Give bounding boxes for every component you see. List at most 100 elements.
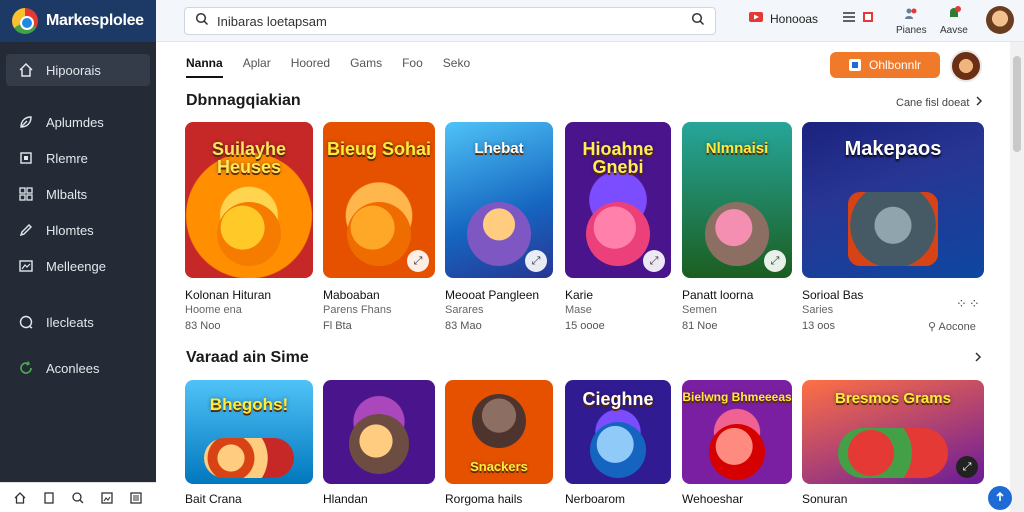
mascot-illustration xyxy=(217,202,281,266)
search-icon xyxy=(195,12,209,31)
leaf-icon xyxy=(18,114,34,130)
expand-icon[interactable]: ⤢ xyxy=(956,456,978,478)
sidebar-item-label: Hlomtes xyxy=(46,222,94,238)
card-meta: Fl Bta xyxy=(323,320,352,332)
refresh-icon xyxy=(18,360,34,376)
dots-grid-icon[interactable]: ⁘⁘ xyxy=(956,296,982,312)
card-name: Sonuran xyxy=(802,492,848,506)
card-name: Wehoeshar xyxy=(682,492,744,506)
menu-icon xyxy=(842,10,856,27)
chevron-right-icon xyxy=(975,96,983,109)
profile-avatar[interactable] xyxy=(950,50,982,82)
tab-gams[interactable]: Gams xyxy=(350,56,382,78)
chat-icon xyxy=(18,314,34,330)
card-name: Karie xyxy=(565,288,594,302)
tab-seko[interactable]: Seko xyxy=(443,56,470,78)
expand-icon[interactable]: ⤢ xyxy=(525,250,547,272)
people-icon xyxy=(903,5,919,24)
app-icon xyxy=(848,59,861,71)
search-box[interactable] xyxy=(184,7,716,35)
game-thumbnail: Nlmnaisi ⤢ xyxy=(682,122,792,278)
mascot-illustration xyxy=(349,414,409,474)
tab-nanna[interactable]: Nanna xyxy=(186,56,223,78)
scrollbar[interactable] xyxy=(1010,42,1024,512)
sidebar-item-label: Aconlees xyxy=(46,360,100,376)
game-thumbnail: Bhegohs! xyxy=(185,380,313,484)
sidebar-item-home[interactable]: Hipoorais xyxy=(6,54,150,86)
sidebar-item-melleenge[interactable]: Melleenge xyxy=(6,250,150,282)
mascot-illustration xyxy=(472,394,526,448)
scroll-top-button[interactable] xyxy=(988,486,1012,510)
thumbnail-art-title: Suilayhe Heuses xyxy=(211,139,287,177)
card-meta: 13 oos xyxy=(802,320,836,332)
thumbnail-art-title: Snackers xyxy=(470,459,528,474)
sidebar-item-ilecleats[interactable]: Ilecleats xyxy=(6,306,150,338)
search-small-icon[interactable] xyxy=(70,490,86,506)
card-name: Kolonan Hituran xyxy=(185,288,272,302)
search-submit-icon[interactable] xyxy=(691,12,705,31)
sidebar-item-aplumdes[interactable]: Aplumdes xyxy=(6,106,150,138)
characters-illustration xyxy=(204,438,294,478)
brand-header[interactable]: Markesplolee xyxy=(0,0,156,42)
card-name: Bait Crana xyxy=(185,492,242,506)
card-name: Hlandan xyxy=(323,492,368,506)
game-thumbnail: Hioahne Gnebi ⤢ xyxy=(565,122,671,278)
card-sub: Parens Fhans xyxy=(323,304,392,316)
sidebar-item-mlbalts[interactable]: Mlbalts xyxy=(6,178,150,210)
tab-aplar[interactable]: Aplar xyxy=(243,56,271,78)
search-input[interactable] xyxy=(217,13,683,29)
tab-hoored[interactable]: Hoored xyxy=(291,56,330,78)
game-thumbnail: Lhebat ⤢ xyxy=(445,122,553,278)
game-thumbnail: Bieug Sohai ⤢ xyxy=(323,122,435,278)
robot-illustration xyxy=(848,192,938,266)
thumbnail-art-title: Lhebat xyxy=(474,140,524,157)
card-name: Sorioal Bas xyxy=(802,288,864,302)
square-icon xyxy=(18,150,34,166)
card-name: Panatt loorna xyxy=(682,288,754,302)
grid-icon xyxy=(18,186,34,202)
sidebar-item-rlemre[interactable]: Rlemre xyxy=(6,142,150,174)
thumbnail-art-title: Nlmnaisi xyxy=(705,140,769,157)
home-outline-icon[interactable] xyxy=(12,490,28,506)
section-next-button[interactable] xyxy=(974,352,982,365)
sidebar-item-label: Melleenge xyxy=(46,258,106,274)
aavse-label: Aavse xyxy=(940,25,968,36)
sidebar-item-aconlees[interactable]: Aconlees xyxy=(6,352,150,384)
sidebar-item-hlomtes[interactable]: Hlomtes xyxy=(6,214,150,246)
expand-icon[interactable]: ⤢ xyxy=(643,250,665,272)
game-thumbnail: Bresmos Grams ⤢ xyxy=(802,380,984,484)
card-meta: 83 Mao xyxy=(445,320,482,332)
sidebar-item-label: Hipoorais xyxy=(46,62,101,78)
bottom-toolbar xyxy=(0,482,156,512)
gallery-icon[interactable] xyxy=(99,490,115,506)
thumbnail-art-title: Bielwng Bhmeeeas xyxy=(682,390,792,404)
sidebar-item-label: Rlemre xyxy=(46,150,88,166)
top-bar: Honooas Pianes Aavse xyxy=(156,0,1024,42)
card-sub: Sarares xyxy=(445,304,484,316)
tab-foo[interactable]: Foo xyxy=(402,56,423,78)
bookmark-icon[interactable] xyxy=(41,490,57,506)
card-name: Maboaban xyxy=(323,288,380,302)
thumbnail-art-title: Cieghne xyxy=(582,389,654,409)
characters-illustration xyxy=(838,428,948,478)
expand-icon[interactable]: ⤢ xyxy=(764,250,786,272)
card-sub: Hoome ena xyxy=(185,304,242,316)
scrollbar-thumb[interactable] xyxy=(1013,56,1021,152)
pianes-button[interactable]: Pianes xyxy=(896,5,927,36)
thumbnail-art-title: Makepaos xyxy=(844,138,942,160)
cta-button[interactable]: Ohlbonnlr xyxy=(830,52,940,78)
thumbnail-art-title: Hioahne Gnebi xyxy=(582,139,654,177)
user-avatar[interactable] xyxy=(986,6,1014,34)
menu-button[interactable] xyxy=(842,10,874,27)
see-all-link[interactable]: Cane fisl doeat xyxy=(896,96,983,109)
list-icon[interactable] xyxy=(128,490,144,506)
mascot-illustration xyxy=(467,202,531,266)
notifications-button[interactable]: Honooas xyxy=(748,10,818,27)
brand-name: Markesplolee xyxy=(46,12,144,29)
thumbnail-art-title: Bresmos Grams xyxy=(835,390,951,407)
card-sub: Mase xyxy=(565,304,592,316)
aavse-button[interactable]: Aavse xyxy=(940,5,968,36)
expand-icon[interactable]: ⤢ xyxy=(407,250,429,272)
thumbnail-art-title: Bieug Sohai xyxy=(326,139,431,159)
game-thumbnail: Suilayhe Heuses xyxy=(185,122,313,278)
